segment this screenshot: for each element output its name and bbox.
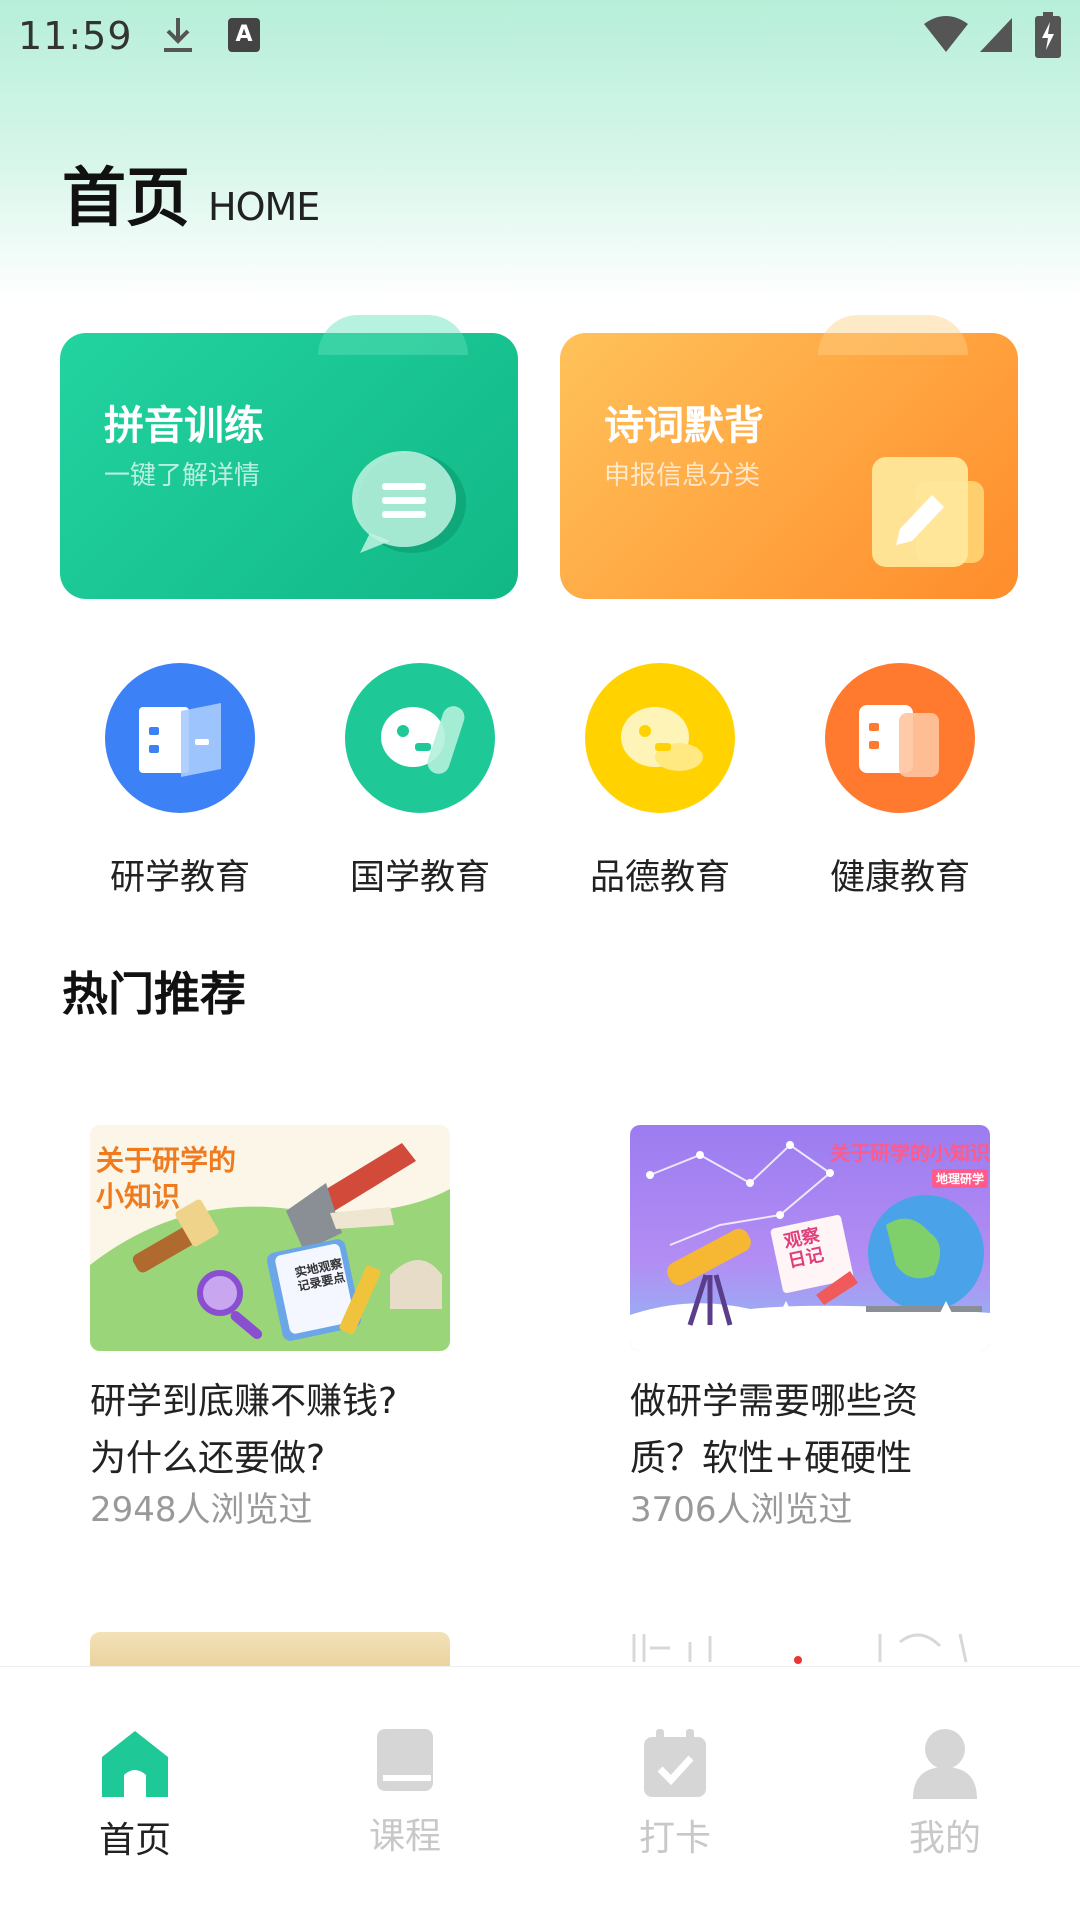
card-subtitle: 申报信息分类 bbox=[604, 461, 761, 491]
article-thumbnail-partial[interactable] bbox=[630, 1632, 990, 1666]
poetry-recitation-card[interactable]: 诗词默背 申报信息分类 bbox=[560, 315, 1018, 599]
download-icon bbox=[164, 18, 192, 52]
thumbnail-title-line2: 小知识 bbox=[96, 1180, 181, 1213]
article-thumbnail: 关于研学的 小知识 实地观察 记录要点 bbox=[90, 1125, 450, 1351]
article-view-count: 2948人浏览过 bbox=[90, 1490, 313, 1530]
category-health-education[interactable]: 健康教育 bbox=[800, 663, 1000, 900]
nav-courses[interactable]: 课程 bbox=[315, 1727, 495, 1859]
page-title-cn: 首页 bbox=[62, 162, 190, 236]
document-icon bbox=[825, 663, 975, 813]
book-icon bbox=[105, 663, 255, 813]
battery-icon bbox=[1035, 12, 1061, 58]
home-icon bbox=[102, 1731, 168, 1797]
article-thumbnail-partial[interactable] bbox=[90, 1632, 450, 1666]
chat-bubble-icon bbox=[352, 451, 466, 553]
article-view-count: 3706人浏览过 bbox=[630, 1490, 853, 1530]
nav-label: 我的 bbox=[908, 1818, 981, 1859]
article-title-line1: 研学到底赚不赚钱? bbox=[90, 1381, 398, 1422]
category-moral-education[interactable]: 品德教育 bbox=[560, 663, 760, 900]
status-bar: 11:59 A bbox=[0, 0, 1080, 72]
page-title-en: HOME bbox=[208, 185, 320, 229]
nav-profile[interactable]: 我的 bbox=[855, 1727, 1035, 1861]
card-title: 诗词默背 bbox=[604, 403, 764, 449]
article-card[interactable]: 关于研学的小知识 地理研学 观察 日记 做研学需要哪些资 质？软性+硬硬性 37… bbox=[630, 1125, 1010, 1533]
hot-recommendations-title: 热门推荐 bbox=[62, 967, 246, 1021]
status-time: 11:59 bbox=[18, 14, 133, 58]
article-title: 研学到底赚不赚钱? 为什么还要做? bbox=[90, 1373, 470, 1487]
nav-home[interactable]: 首页 bbox=[45, 1727, 225, 1863]
article-thumbnail: 关于研学的小知识 地理研学 观察 日记 bbox=[630, 1125, 990, 1351]
category-label: 健康教育 bbox=[829, 858, 970, 898]
category-chinese-studies[interactable]: 国学教育 bbox=[320, 663, 520, 900]
thumbnail-badge: 地理研学 bbox=[931, 1169, 988, 1188]
article-title-line2: 为什么还要做? bbox=[90, 1438, 326, 1479]
pinyin-training-card[interactable]: 拼音训练 一键了解详情 bbox=[60, 315, 518, 599]
article-title-line2: 质？软性+硬硬性 bbox=[630, 1438, 913, 1479]
thumbnail-title: 关于研学的小知识 bbox=[830, 1141, 990, 1165]
nav-label: 课程 bbox=[368, 1816, 441, 1857]
chat-icon bbox=[345, 663, 495, 813]
a-badge-icon: A bbox=[228, 18, 260, 52]
nav-label: 首页 bbox=[98, 1820, 171, 1861]
bottom-navigation: 首页 课程 打卡 我的 bbox=[0, 1666, 1080, 1921]
article-title: 做研学需要哪些资 质？软性+硬硬性 bbox=[630, 1373, 1010, 1487]
card-subtitle: 一键了解详情 bbox=[104, 461, 261, 491]
pencil-note-icon bbox=[872, 457, 984, 567]
category-label: 品德教育 bbox=[589, 858, 730, 898]
page-title: 首页 HOME bbox=[62, 162, 320, 236]
partial-illustration bbox=[632, 1633, 968, 1664]
card-tab-decoration bbox=[318, 315, 468, 355]
user-icon bbox=[913, 1729, 977, 1799]
signal-icon bbox=[980, 18, 1012, 52]
article-card[interactable]: 关于研学的 小知识 实地观察 记录要点 研学到底赚不赚钱? 为什么还要做? 29… bbox=[90, 1125, 470, 1533]
nav-label: 打卡 bbox=[638, 1818, 711, 1859]
nav-checkin[interactable]: 打卡 bbox=[585, 1727, 765, 1861]
calendar-check-icon bbox=[644, 1729, 706, 1797]
message-icon bbox=[585, 663, 735, 813]
card-tab-decoration bbox=[818, 315, 968, 355]
article-title-line1: 做研学需要哪些资 bbox=[630, 1381, 919, 1422]
category-label: 国学教育 bbox=[349, 858, 490, 898]
card-title: 拼音训练 bbox=[104, 403, 264, 449]
category-research-education[interactable]: 研学教育 bbox=[80, 663, 280, 900]
book-icon bbox=[377, 1729, 433, 1791]
category-label: 研学教育 bbox=[109, 858, 250, 898]
wifi-icon bbox=[924, 16, 968, 52]
thumbnail-title-line1: 关于研学的 bbox=[96, 1144, 237, 1177]
